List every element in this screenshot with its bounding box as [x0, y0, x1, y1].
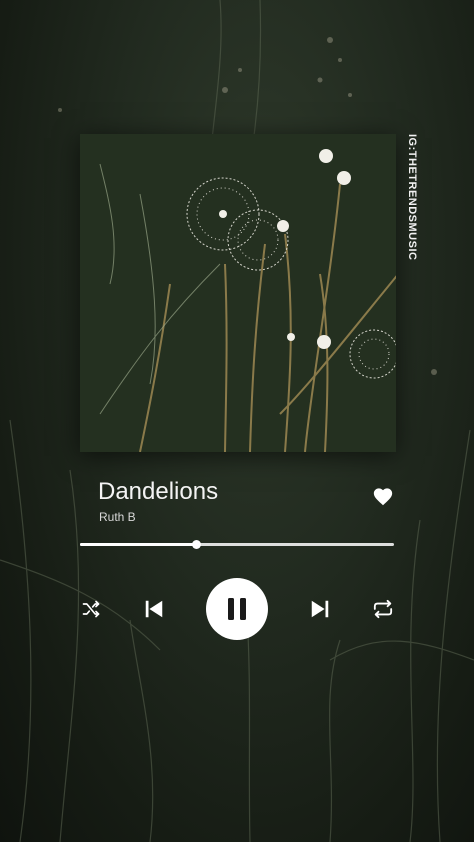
progress-bar[interactable] [80, 540, 394, 549]
previous-button[interactable] [142, 597, 166, 621]
progress-knob[interactable] [192, 540, 201, 549]
pause-button[interactable] [206, 578, 268, 640]
repeat-icon [373, 599, 393, 619]
skip-next-icon [311, 600, 329, 618]
next-button[interactable] [308, 597, 332, 621]
like-button[interactable] [372, 486, 394, 508]
shuffle-button[interactable] [79, 597, 103, 621]
music-player-screen: IG:THETRENDSMUSIC Dandelions Ruth B [0, 0, 474, 842]
album-art [80, 134, 396, 452]
skip-previous-icon [145, 600, 163, 618]
artist-name: Ruth B [99, 510, 136, 524]
album-art-image [80, 134, 396, 452]
pause-icon [228, 598, 246, 620]
heart-icon [373, 488, 393, 506]
shuffle-icon [82, 600, 100, 618]
progress-fill [80, 543, 196, 546]
song-title: Dandelions [98, 478, 219, 505]
watermark-text: IG:THETRENDSMUSIC [406, 134, 418, 261]
repeat-button[interactable] [370, 597, 396, 621]
